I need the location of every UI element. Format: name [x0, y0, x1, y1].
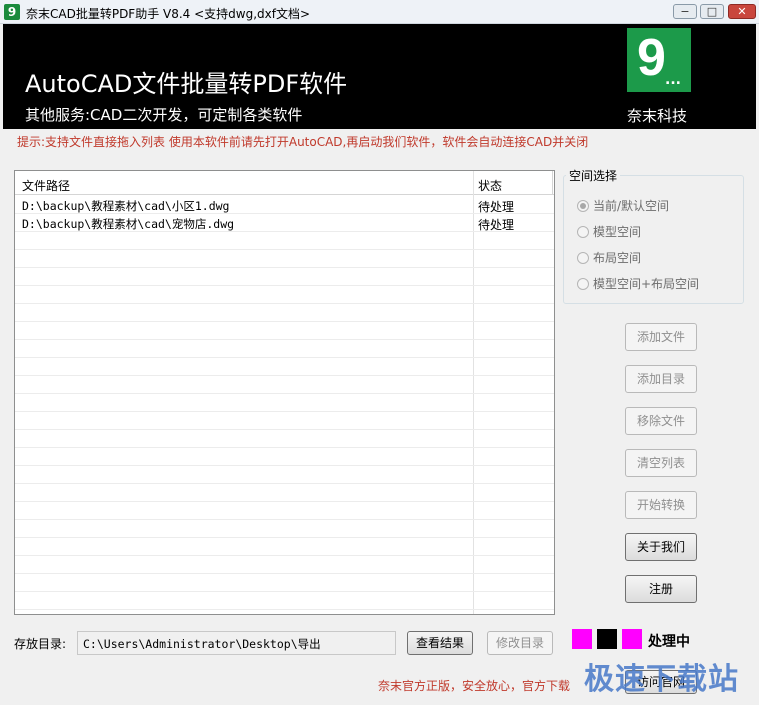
row-gridline — [15, 393, 554, 394]
row-gridline — [15, 339, 554, 340]
banner-subtitle: 其他服务:CAD二次开发，可定制各类软件 — [25, 106, 303, 124]
add-directory-button[interactable]: 添加目录 — [625, 365, 697, 393]
column-header-path[interactable]: 文件路径 — [22, 177, 70, 194]
row-gridline — [15, 375, 554, 376]
change-dir-button[interactable]: 修改目录 — [487, 631, 553, 655]
radio-current-space[interactable]: 当前/默认空间 — [577, 197, 669, 213]
radio-layout-space[interactable]: 布局空间 — [577, 249, 641, 265]
company-name: 奈末科技 — [627, 107, 688, 125]
maximize-button[interactable]: □ — [700, 4, 724, 19]
remove-file-button[interactable]: 移除文件 — [625, 407, 697, 435]
add-file-button[interactable]: 添加文件 — [625, 323, 697, 351]
row-gridline — [15, 573, 554, 574]
app-icon: 9 — [4, 4, 20, 20]
logo-digit: 9 — [637, 29, 666, 87]
radio-label: 模型空间 — [593, 225, 642, 239]
row-gridline — [15, 231, 554, 232]
radio-label: 当前/默认空间 — [593, 199, 670, 213]
output-dir-field[interactable]: C:\Users\Administrator\Desktop\导出 — [77, 631, 396, 655]
status-swatch — [597, 629, 617, 649]
tip-text: 提示:支持文件直接拖入列表 使用本软件前请先打开AutoCAD,再启动我们软件，… — [17, 135, 589, 149]
radio-icon — [577, 278, 589, 290]
watermark-text: 极速下载站 — [584, 662, 739, 697]
row-gridline — [15, 609, 554, 610]
space-selection-title: 空间选择 — [566, 167, 621, 184]
row-gridline — [15, 555, 554, 556]
header-divider — [552, 171, 553, 195]
row-gridline — [15, 429, 554, 430]
row-gridline — [15, 285, 554, 286]
radio-model-layout-space[interactable]: 模型空间+布局空间 — [577, 275, 699, 291]
file-path-cell: D:\backup\教程素材\cad\宠物店.dwg — [22, 217, 235, 231]
logo-dots: ... — [665, 72, 681, 88]
radio-label: 布局空间 — [593, 251, 642, 265]
row-gridline — [15, 465, 554, 466]
banner-title: AutoCAD文件批量转PDF软件 — [25, 70, 348, 98]
window-title: 奈末CAD批量转PDF助手 V8.4 <支持dwg,dxf文档> — [26, 7, 311, 21]
title-bar: 9 奈末CAD批量转PDF助手 V8.4 <支持dwg,dxf文档> − □ ✕ — [0, 0, 759, 24]
close-button[interactable]: ✕ — [728, 4, 756, 19]
view-results-button[interactable]: 查看结果 — [407, 631, 473, 655]
company-logo: 9 ... — [627, 28, 691, 92]
row-gridline — [15, 267, 554, 268]
radio-icon — [577, 252, 589, 264]
start-convert-button[interactable]: 开始转换 — [625, 491, 697, 519]
row-gridline — [15, 321, 554, 322]
output-dir-label: 存放目录: — [14, 637, 67, 651]
header-banner: AutoCAD文件批量转PDF软件 其他服务:CAD二次开发，可定制各类软件 9… — [3, 24, 756, 129]
column-header-status[interactable]: 状态 — [478, 177, 502, 194]
radio-label: 模型空间+布局空间 — [593, 277, 700, 291]
file-list[interactable]: 文件路径 状态 D:\backup\教程素材\cad\小区1.dwg 待处理 D… — [14, 170, 555, 615]
row-gridline — [15, 447, 554, 448]
radio-model-space[interactable]: 模型空间 — [577, 223, 641, 239]
row-gridline — [15, 537, 554, 538]
row-gridline — [15, 483, 554, 484]
row-gridline — [15, 501, 554, 502]
row-gridline — [15, 357, 554, 358]
status-swatch — [572, 629, 592, 649]
about-us-button[interactable]: 关于我们 — [625, 533, 697, 561]
radio-checked-icon — [577, 200, 589, 212]
table-row[interactable]: D:\backup\教程素材\cad\宠物店.dwg 待处理 — [15, 214, 554, 232]
file-path-cell: D:\backup\教程素材\cad\小区1.dwg — [22, 199, 230, 213]
processing-status: 处理中 — [648, 634, 690, 650]
register-button[interactable]: 注册 — [625, 575, 697, 603]
table-row[interactable]: D:\backup\教程素材\cad\小区1.dwg 待处理 — [15, 196, 554, 214]
radio-icon — [577, 226, 589, 238]
row-gridline — [15, 249, 554, 250]
row-gridline — [15, 213, 554, 214]
row-gridline — [15, 591, 554, 592]
row-gridline — [15, 519, 554, 520]
row-gridline — [15, 411, 554, 412]
row-gridline — [15, 303, 554, 304]
minimize-button[interactable]: − — [673, 4, 697, 19]
clear-list-button[interactable]: 清空列表 — [625, 449, 697, 477]
status-swatch — [622, 629, 642, 649]
footer-notice: 奈末官方正版，安全放心，官方下载 — [378, 679, 571, 693]
